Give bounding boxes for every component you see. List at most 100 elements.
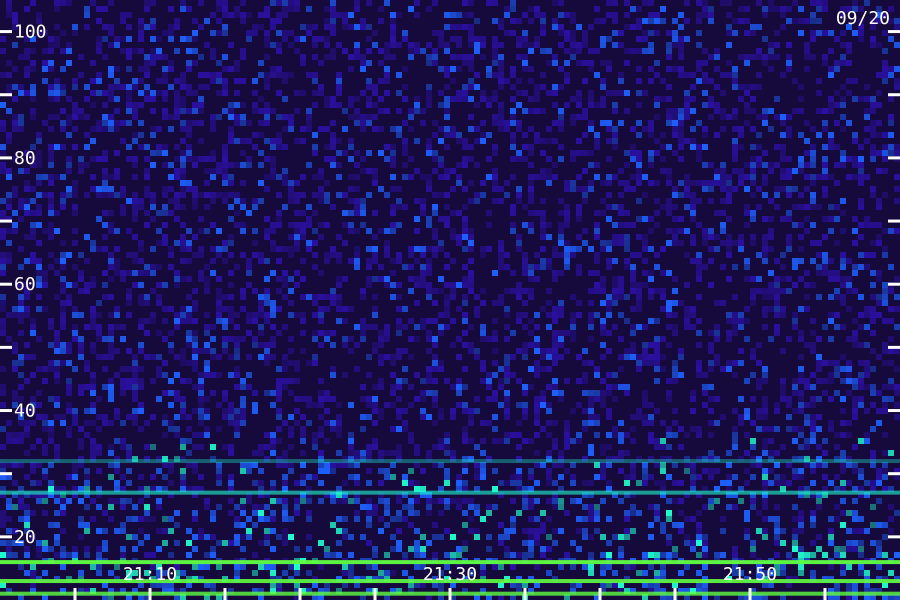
noise-cell (384, 0, 390, 6)
noise-cell (150, 474, 156, 480)
noise-cell (606, 264, 612, 270)
noise-cell (840, 282, 846, 288)
noise-cell (738, 144, 744, 150)
noise-cell (492, 120, 498, 126)
noise-cell (108, 504, 114, 510)
noise-cell (6, 0, 12, 6)
noise-cell (690, 312, 696, 318)
noise-cell (486, 378, 492, 384)
noise-cell (462, 540, 468, 546)
noise-cell (798, 108, 804, 114)
noise-cell (282, 12, 288, 18)
noise-cell (216, 306, 222, 312)
noise-cell (312, 240, 318, 246)
noise-cell (552, 120, 558, 126)
noise-cell (570, 150, 576, 156)
noise-cell (102, 36, 108, 42)
noise-cell (372, 126, 378, 132)
noise-cell (258, 324, 264, 330)
noise-cell (726, 504, 732, 510)
noise-cell (708, 186, 714, 192)
noise-cell (210, 114, 216, 120)
noise-cell (624, 294, 630, 300)
noise-cell (642, 246, 648, 252)
noise-cell (864, 114, 870, 120)
noise-cell (564, 78, 570, 84)
noise-cell (816, 504, 822, 510)
noise-cell (36, 192, 42, 198)
noise-cell (570, 312, 576, 318)
noise-cell (882, 30, 888, 36)
noise-cell (54, 84, 60, 90)
noise-cell (330, 330, 336, 336)
noise-cell (420, 120, 426, 126)
noise-cell (204, 348, 210, 354)
noise-cell (600, 450, 606, 456)
noise-cell (72, 126, 78, 132)
noise-cell (12, 366, 18, 372)
noise-cell (84, 12, 90, 18)
noise-cell (396, 510, 402, 516)
noise-cell (768, 426, 774, 432)
noise-cell (816, 336, 822, 342)
noise-cell (516, 240, 522, 246)
noise-cell (384, 330, 390, 336)
noise-cell (492, 0, 498, 6)
noise-cell (378, 516, 384, 522)
noise-cell (24, 510, 30, 516)
noise-cell (270, 306, 276, 312)
noise-cell (780, 114, 786, 120)
noise-cell (174, 78, 180, 84)
noise-cell (48, 174, 54, 180)
noise-cell (294, 408, 300, 414)
noise-cell (582, 348, 588, 354)
noise-cell (834, 90, 840, 96)
noise-cell (882, 300, 888, 306)
noise-cell (174, 318, 180, 324)
noise-cell (36, 150, 42, 156)
noise-cell (504, 12, 510, 18)
noise-cell (204, 396, 210, 402)
noise-cell (666, 174, 672, 180)
noise-cell (300, 498, 306, 504)
noise-cell (534, 516, 540, 522)
noise-cell (6, 228, 12, 234)
noise-cell (120, 420, 126, 426)
noise-cell (312, 438, 318, 444)
noise-cell (258, 180, 264, 186)
noise-cell (426, 318, 432, 324)
noise-cell (846, 372, 852, 378)
noise-cell (630, 474, 636, 480)
noise-cell (240, 468, 246, 474)
noise-cell (270, 24, 276, 30)
noise-cell (798, 366, 804, 372)
noise-cell (624, 390, 630, 396)
noise-cell (612, 396, 618, 402)
noise-cell (372, 252, 378, 258)
noise-cell (648, 180, 654, 186)
noise-cell (480, 300, 486, 306)
noise-cell (186, 60, 192, 66)
noise-cell (720, 168, 726, 174)
noise-cell (336, 300, 342, 306)
noise-cell (768, 198, 774, 204)
noise-cell (84, 114, 90, 120)
noise-cell (276, 390, 282, 396)
noise-cell (48, 96, 54, 102)
noise-cell (132, 102, 138, 108)
noise-cell (54, 174, 60, 180)
noise-cell (762, 108, 768, 114)
noise-cell (84, 528, 90, 534)
noise-cell (168, 264, 174, 270)
noise-cell (180, 186, 186, 192)
noise-cell (180, 102, 186, 108)
noise-cell (54, 522, 60, 528)
noise-cell (222, 408, 228, 414)
noise-cell (336, 306, 342, 312)
noise-cell (894, 414, 900, 420)
noise-cell (600, 288, 606, 294)
noise-cell (408, 510, 414, 516)
noise-cell (780, 12, 786, 18)
noise-cell (306, 108, 312, 114)
noise-cell (228, 42, 234, 48)
